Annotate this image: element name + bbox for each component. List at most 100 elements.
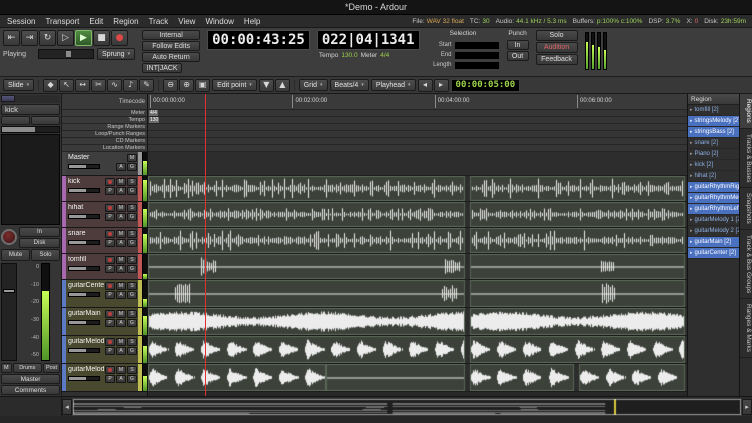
track-header-guitarmelody-1[interactable]: guitarMelody 1MSPAG [62, 336, 147, 364]
ruler-lane-tempo[interactable]: 130 [148, 117, 687, 124]
shuttle-mode-combo[interactable]: Sprung ▾ [97, 48, 135, 60]
record-arm-button[interactable] [105, 338, 115, 346]
playlist-button[interactable]: P [105, 265, 115, 273]
menu-window[interactable]: Window [200, 15, 238, 27]
track-gain-slider[interactable] [68, 376, 100, 381]
stop-button[interactable]: ■ [93, 30, 110, 46]
playlist-button[interactable]: P [105, 187, 115, 195]
solo-button[interactable]: S [127, 204, 137, 212]
mute-button[interactable]: M [116, 282, 126, 290]
int-jack-button[interactable]: INT|JACK [142, 63, 182, 73]
punch-in-button[interactable]: In [507, 40, 529, 50]
solo-button[interactable]: S [127, 282, 137, 290]
shuttle-control[interactable] [38, 49, 94, 59]
ruler-lane-location-markers[interactable] [148, 145, 687, 152]
gain-fader-handle[interactable] [3, 289, 15, 293]
automation-button[interactable]: A [116, 163, 126, 171]
group-button[interactable]: G [127, 375, 137, 383]
record-arm-button[interactable] [105, 204, 115, 212]
output-button[interactable]: Master [1, 374, 60, 384]
edit-point-combo[interactable]: Playhead▾ [371, 79, 416, 91]
ruler-lane-timecode[interactable]: 00:00:00:0000:02:00:0000:04:00:0000:06:0… [148, 94, 687, 110]
track-header-tomfill[interactable]: tomfillMSPAG [62, 254, 147, 280]
group-button[interactable]: G [127, 213, 137, 221]
menu-help[interactable]: Help [239, 15, 265, 27]
comments-button[interactable]: Comments [1, 385, 60, 395]
side-tab-track-bus-groups[interactable]: Track & Bus Groups [740, 230, 752, 299]
zoom-fit-button[interactable]: ▣ [195, 79, 210, 92]
region-list-item[interactable]: ▸guitarMelody 2 [2] [688, 226, 739, 237]
region-list-item[interactable]: ▸hihat [2] [688, 171, 739, 182]
track-lane-hihat[interactable] [148, 202, 687, 228]
ruler-lane-range-markers[interactable] [148, 124, 687, 131]
side-tab-ranges-marks[interactable]: Ranges & Marks [740, 299, 752, 358]
scroll-left-button[interactable]: ◂ [62, 399, 72, 415]
track-gain-slider[interactable] [68, 320, 100, 325]
automation-button[interactable]: A [116, 265, 126, 273]
selection-length-value[interactable] [454, 61, 500, 70]
group-button[interactable]: G [127, 163, 137, 171]
solo-button[interactable]: Solo [31, 249, 60, 261]
solo-button[interactable]: S [127, 230, 137, 238]
automation-button[interactable]: A [116, 239, 126, 247]
processor-box[interactable] [1, 134, 60, 225]
track-lane-guitarmain[interactable] [148, 308, 687, 336]
range-tool-button[interactable]: ↔ [75, 79, 90, 92]
tempo-value[interactable]: 130.0 [341, 52, 357, 59]
play-selection-button[interactable]: ▷ [57, 30, 74, 46]
titlebar[interactable]: *Demo - Ardour [0, 0, 752, 15]
track-header-guitarcenter[interactable]: guitarCenterMSPAG [62, 280, 147, 308]
cut-tool-button[interactable]: ✂ [91, 79, 106, 92]
strip-phase-button[interactable] [31, 116, 60, 125]
track-header-hihat[interactable]: hihatMSPAG [62, 202, 147, 228]
group-button[interactable]: G [127, 187, 137, 195]
track-lane-guitarmelody-2[interactable] [148, 364, 687, 392]
menu-track[interactable]: Track [144, 15, 174, 27]
region-list-item[interactable]: ▸guitarMelody 1 [2] [688, 215, 739, 226]
goto-start-button[interactable]: ⇤ [3, 30, 20, 46]
shuttle-grip[interactable] [66, 51, 71, 57]
solo-button[interactable]: S [127, 310, 137, 318]
record-button[interactable]: ● [111, 30, 128, 46]
region-list-item[interactable]: ▸Piano [2] [688, 149, 739, 160]
editor-canvas[interactable]: 00:00:00:0000:02:00:0000:04:00:0000:06:0… [148, 94, 687, 396]
record-arm-button[interactable] [105, 366, 115, 374]
disk-monitor-button[interactable]: Disk [19, 238, 60, 248]
menu-region[interactable]: Region [108, 15, 143, 27]
nudge-back-button[interactable]: ◂ [418, 79, 433, 92]
track-lane-guitarcenter[interactable] [148, 280, 687, 308]
scroll-right-button[interactable]: ▸ [742, 399, 752, 415]
region-list-item[interactable]: ▸guitarMain [2] [688, 237, 739, 248]
record-arm-button[interactable] [105, 230, 115, 238]
track-gain-slider[interactable] [68, 292, 100, 297]
record-enable-button[interactable] [1, 229, 17, 245]
track-gain-slider[interactable] [68, 188, 100, 193]
play-button[interactable]: ▶ [75, 30, 92, 46]
nudge-forward-button[interactable]: ▸ [434, 79, 449, 92]
mute-button[interactable]: M [116, 178, 126, 186]
side-tab-snapshots[interactable]: Snapshots [740, 188, 752, 230]
automation-button[interactable]: A [116, 187, 126, 195]
playlist-button[interactable]: P [105, 239, 115, 247]
menu-transport[interactable]: Transport [40, 15, 84, 27]
draw-tool-button[interactable]: ✎ [139, 79, 154, 92]
feedback-button[interactable]: Feedback [536, 54, 578, 65]
region-list-item[interactable]: ▸guitarRhythmRight [2] [688, 182, 739, 193]
mute-button[interactable]: Mute [1, 249, 30, 261]
regions-panel-header[interactable]: Region [688, 94, 739, 105]
playlist-button[interactable]: P [105, 375, 115, 383]
group-button[interactable]: G [127, 265, 137, 273]
ruler-lane-loop-punch-ranges[interactable] [148, 131, 687, 138]
primary-clock[interactable]: 00:00:43:25 [207, 30, 310, 50]
zoom-in-button[interactable]: ⊕ [179, 79, 194, 92]
follow-edits-button[interactable]: Follow Edits [142, 41, 200, 51]
meter-point-button[interactable]: Post [43, 363, 60, 373]
playlist-button[interactable]: P [105, 291, 115, 299]
automation-button[interactable]: A [116, 319, 126, 327]
grab-tool-button[interactable]: ↖ [59, 79, 74, 92]
track-header-guitarmain[interactable]: guitarMainMSPAG [62, 308, 147, 336]
region-list-item[interactable]: ▸guitarRhythmLeft [2] [688, 204, 739, 215]
edit-mode-combo[interactable]: Slide▾ [3, 79, 34, 91]
solo-button[interactable]: S [127, 338, 137, 346]
ruler-lane-meter[interactable]: 4/4 [148, 110, 687, 117]
